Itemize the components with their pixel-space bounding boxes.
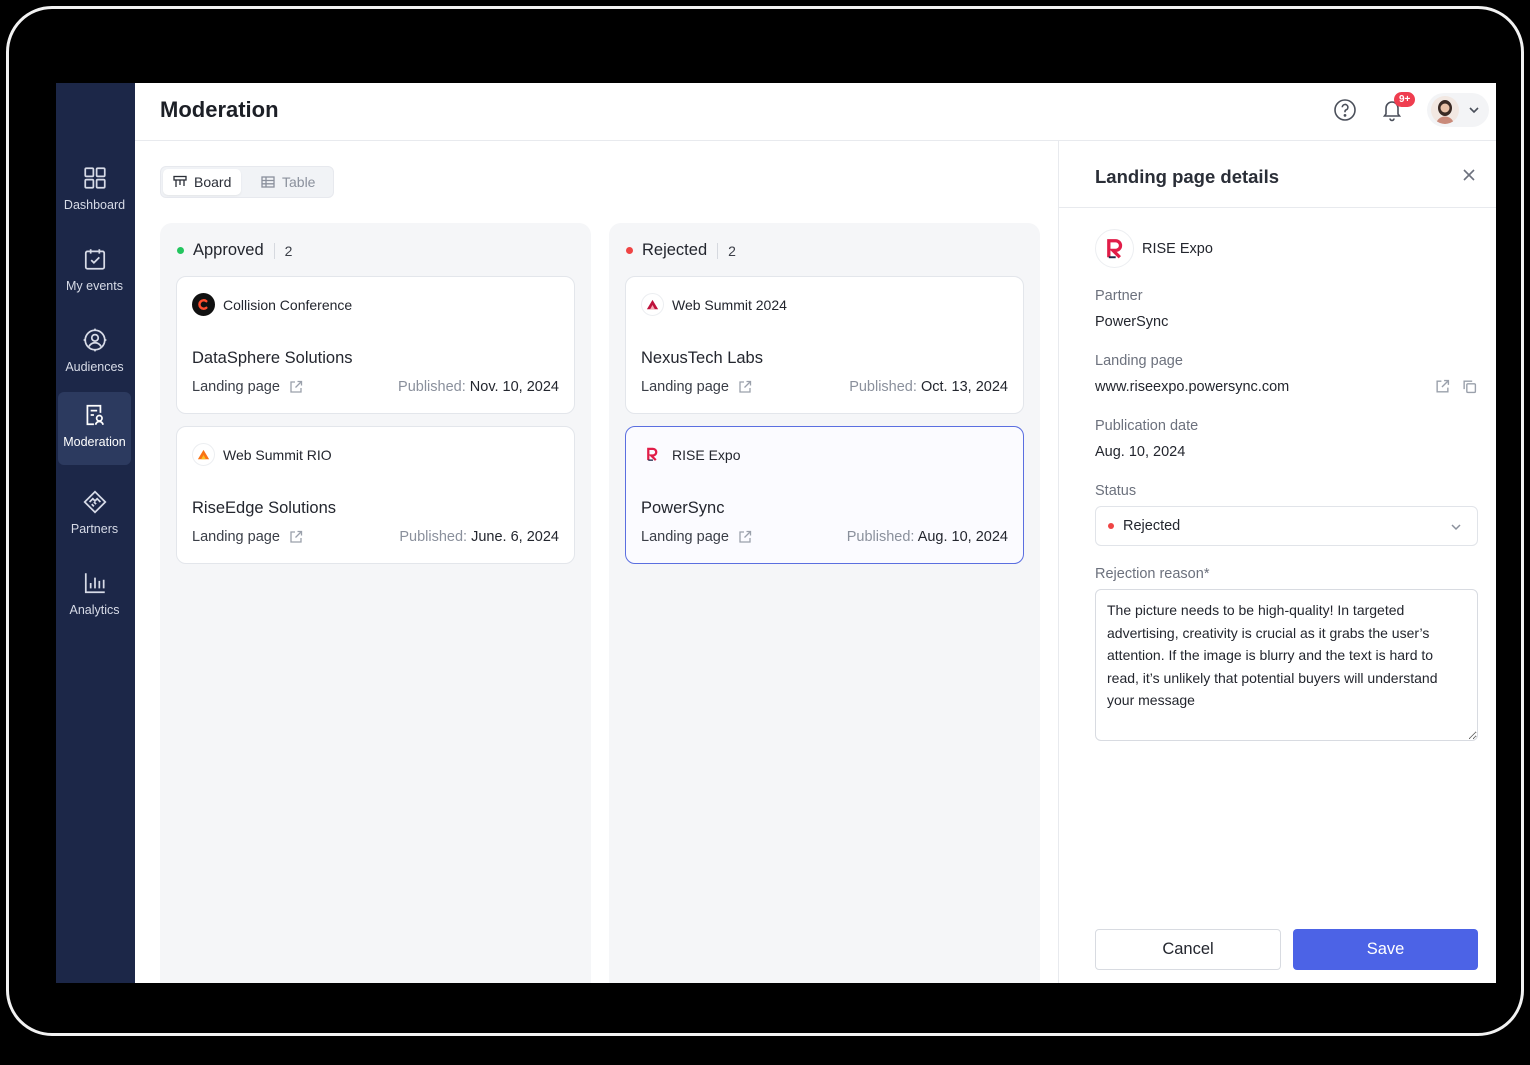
landing-page-label: Landing page	[1095, 353, 1183, 369]
event-name: Collision Conference	[223, 296, 353, 313]
sidebar-item-label: Audiences	[65, 360, 124, 374]
column-title: Rejected	[642, 241, 708, 259]
help-icon[interactable]	[1333, 98, 1357, 122]
status-dot	[1108, 523, 1114, 529]
top-bar: Moderation 9+	[135, 83, 1496, 141]
landing-page-url[interactable]: www.riseexpo.powersync.com	[1095, 379, 1289, 395]
published-date: Published: Aug. 10, 2024	[846, 529, 1008, 545]
event-brand: RISE Expo	[1095, 229, 1213, 268]
status-value: Rejected	[1123, 518, 1181, 534]
rejection-reason-input[interactable]: The picture needs to be high-quality! In…	[1095, 589, 1478, 741]
moderation-card[interactable]: Web Summit 2024 NexusTech Labs Landing p…	[625, 276, 1024, 414]
moderation-icon	[86, 404, 104, 426]
table-icon	[261, 176, 275, 188]
column-title: Approved	[193, 241, 264, 259]
bar-chart-icon	[84, 573, 105, 594]
sidebar-item-partners[interactable]: Partners	[58, 479, 131, 551]
published-date: Published: June. 6, 2024	[399, 529, 559, 545]
sidebar-item-label: Moderation	[63, 435, 126, 449]
collision-logo-icon	[192, 293, 215, 316]
partner-name: DataSphere Solutions	[192, 349, 353, 367]
moderation-card[interactable]: Collision Conference DataSphere Solution…	[176, 276, 575, 414]
sidebar-item-my-events[interactable]: My events	[58, 236, 131, 308]
landing-page-link[interactable]: Landing page	[641, 529, 729, 545]
status-dot	[177, 247, 184, 254]
table-view-button[interactable]: Table	[251, 169, 325, 195]
panel-title: Landing page details	[1095, 166, 1279, 187]
view-toggle: Board Table	[160, 166, 334, 198]
status-label: Status	[1095, 483, 1137, 499]
external-link-icon[interactable]	[289, 530, 303, 544]
sidebar-item-moderation[interactable]: Moderation	[58, 392, 131, 465]
sidebar-item-label: Partners	[70, 522, 119, 536]
save-button[interactable]: Save	[1293, 929, 1478, 970]
board-view-label: Board	[194, 174, 232, 190]
status-select[interactable]: Rejected	[1095, 506, 1478, 546]
web-summit-rio-logo-icon	[192, 443, 215, 466]
moderation-card[interactable]: Web Summit RIO RiseEdge Solutions Landin…	[176, 426, 575, 564]
close-icon[interactable]	[1461, 167, 1477, 183]
column-count: 2	[284, 242, 293, 259]
rise-expo-logo-icon	[641, 443, 664, 466]
sidebar-item-label: Analytics	[69, 603, 120, 617]
notification-badge: 9+	[1394, 92, 1416, 107]
profile-menu[interactable]	[1427, 93, 1489, 127]
avatar	[1431, 96, 1459, 124]
external-link-icon[interactable]	[738, 530, 752, 544]
dashboard-icon	[83, 167, 106, 189]
audiences-icon	[83, 328, 106, 352]
landing-page-link[interactable]: Landing page	[641, 379, 729, 395]
board-view-button[interactable]: Board	[163, 169, 242, 195]
landing-page-details-panel: Landing page details RISE Expo Partner P…	[1058, 141, 1496, 983]
event-name: Web Summit RIO	[223, 446, 332, 463]
partner-name: PowerSync	[641, 499, 725, 517]
moderation-card-selected[interactable]: RISE Expo PowerSync Landing page Publish…	[625, 426, 1024, 564]
column-count: 2	[728, 242, 736, 259]
landing-page-link[interactable]: Landing page	[192, 379, 280, 395]
event-name: Web Summit 2024	[672, 296, 787, 313]
sidebar-item-label: My events	[66, 279, 123, 293]
external-link-icon[interactable]	[289, 380, 303, 394]
partner-name: NexusTech Labs	[641, 349, 763, 367]
event-name: RISE Expo	[1142, 240, 1213, 257]
rejected-column: Rejected 2 Web Summit 2024 NexusTech Lab…	[609, 223, 1040, 983]
external-link-icon[interactable]	[1435, 379, 1450, 394]
handshake-icon	[82, 490, 107, 514]
published-date: Published: Nov. 10, 2024	[398, 379, 559, 395]
chevron-down-icon	[1451, 524, 1461, 531]
publication-date-label: Publication date	[1095, 418, 1199, 434]
table-view-label: Table	[282, 174, 316, 190]
board-area: Board Table Approved 2 Collision Confere…	[135, 141, 1057, 983]
partner-value: PowerSync	[1095, 314, 1169, 330]
approved-column: Approved 2 Collision Conference DataSphe…	[160, 223, 591, 983]
event-name: RISE Expo	[672, 446, 741, 463]
cancel-button[interactable]: Cancel	[1095, 929, 1281, 970]
chevron-down-icon	[1469, 107, 1479, 114]
column-header: Rejected 2	[626, 241, 736, 260]
partner-label: Partner	[1095, 288, 1143, 304]
status-dot	[626, 247, 633, 254]
board-icon	[173, 175, 187, 187]
sidebar-item-dashboard[interactable]: Dashboard	[58, 155, 131, 227]
landing-page-link[interactable]: Landing page	[192, 529, 280, 545]
rise-expo-logo-icon	[1095, 229, 1134, 268]
page-title: Moderation	[160, 97, 279, 122]
sidebar: Dashboard My events Audiences Moderation…	[56, 83, 135, 983]
device-frame: Dashboard My events Audiences Moderation…	[6, 6, 1524, 1036]
copy-icon[interactable]	[1462, 379, 1477, 394]
published-date: Published: Oct. 13, 2024	[849, 379, 1008, 395]
rejection-reason-label: Rejection reason*	[1095, 566, 1210, 582]
sidebar-item-audiences[interactable]: Audiences	[58, 317, 131, 389]
calendar-check-icon	[84, 249, 105, 270]
external-link-icon[interactable]	[738, 380, 752, 394]
web-summit-logo-icon	[641, 293, 664, 316]
app-window: Dashboard My events Audiences Moderation…	[56, 83, 1496, 983]
partner-name: RiseEdge Solutions	[192, 499, 337, 517]
column-header: Approved 2	[177, 241, 292, 260]
sidebar-item-analytics[interactable]: Analytics	[58, 560, 131, 632]
sidebar-item-label: Dashboard	[63, 198, 126, 212]
publication-date-value: Aug. 10, 2024	[1095, 444, 1186, 460]
